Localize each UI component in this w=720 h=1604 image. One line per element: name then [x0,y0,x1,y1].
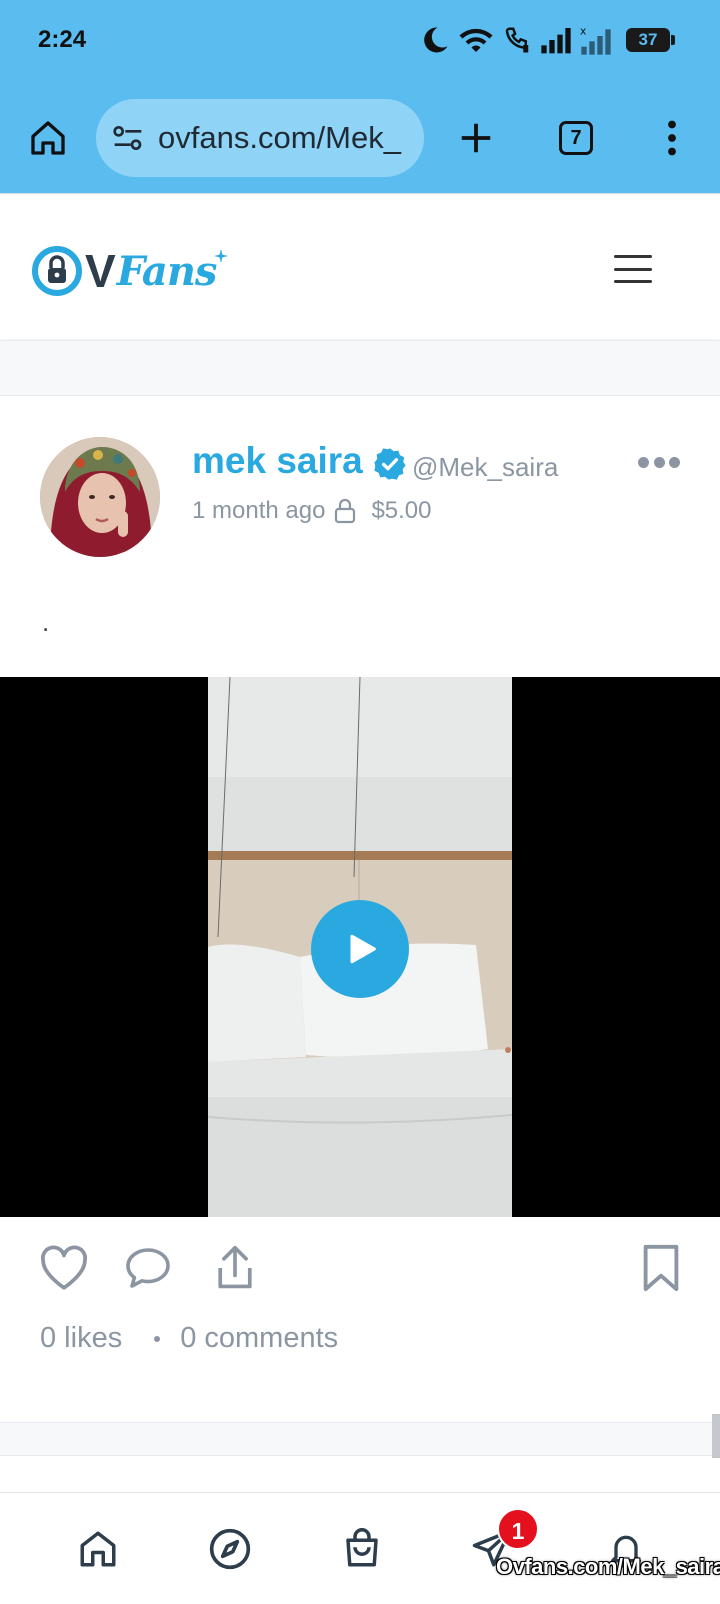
tab-count: 7 [559,121,593,155]
battery-icon: 37 [626,28,675,52]
author-avatar[interactable] [40,437,160,557]
like-button[interactable] [38,1240,90,1296]
post-meta: 1 month ago $5.00 [192,497,432,525]
avatar-photo [40,437,160,557]
status-time: 2:24 [38,26,87,53]
battery-level: 37 [638,30,658,49]
signal-strength-icon [541,28,571,54]
do-not-disturb-moon-icon [424,27,448,53]
menu-line [614,255,652,258]
author-handle[interactable]: @Mek_saira [412,452,558,483]
svg-text:x: x [580,25,586,38]
address-bar[interactable]: ovfans.com/Mek_ [96,99,424,177]
site-header: V Fans [0,195,720,339]
post-caption: . [42,607,50,637]
messages-badge: 1 [497,1508,539,1550]
post-counts: 0 likes 0 comments [40,1322,338,1355]
play-icon [350,934,376,964]
url-text: ovfans.com/Mek_ [158,120,401,155]
nav-notifications[interactable] [586,1493,666,1604]
nav-home[interactable] [58,1493,138,1604]
play-button[interactable] [311,900,409,998]
menu-line [614,280,652,283]
more-vertical-icon [668,120,676,156]
sparkle-icon [214,249,229,263]
verified-badge-icon [374,448,406,480]
menu-line [614,267,652,271]
heart-icon [40,1245,88,1290]
scrollbar-thumb[interactable] [712,1414,720,1458]
nav-shop[interactable] [322,1493,402,1604]
new-tab-button[interactable] [448,96,504,180]
ovfans-logo[interactable]: V Fans [32,241,229,301]
shopping-bag-icon [346,1528,378,1567]
post-options-button[interactable] [638,452,680,472]
padlock-logo-icon [32,246,82,296]
site-settings-icon [113,126,142,151]
bookmark-icon [643,1244,679,1292]
browser-chrome: 2:24 x 37 ovfans.com/Mek_ 7 [0,0,720,194]
menu-button[interactable] [614,255,652,283]
section-divider [0,1422,720,1456]
home-icon [31,121,65,155]
logo-word-fans: Fans [116,247,218,295]
wifi-calling-icon [505,27,529,53]
share-icon [218,1245,252,1289]
share-button[interactable] [212,1240,258,1296]
comment-button[interactable] [122,1240,174,1296]
plus-icon [461,123,491,153]
comments-count[interactable]: 0 comments [180,1322,338,1355]
browser-menu-button[interactable] [644,96,700,180]
post-price: $5.00 [371,497,432,524]
status-icons: x 37 [420,22,675,58]
post-actions [0,1240,720,1300]
comment-icon [126,1248,170,1288]
browser-toolbar: ovfans.com/Mek_ 7 [0,96,720,180]
dot [653,456,665,468]
signal-strength-secondary-icon: x [580,25,611,55]
separator-dot [154,1335,161,1342]
bottom-navigation [0,1492,720,1604]
watermark-text: Ovfans.com/Mek_saira [496,1554,720,1579]
section-divider [0,340,720,396]
author-name[interactable]: mek saira [192,440,363,482]
compass-icon [209,1528,251,1570]
status-bar: 2:24 x 37 [0,0,720,84]
home-button[interactable] [20,96,76,180]
post-time: 1 month ago [192,497,326,524]
dot [638,456,649,468]
logo-letter-v: V [85,245,116,297]
wifi-icon [459,28,493,52]
nav-explore[interactable] [190,1493,270,1604]
likes-count[interactable]: 0 likes [40,1322,122,1355]
dot [669,456,680,468]
home-icon [80,1531,116,1567]
lock-icon [335,498,356,524]
tab-switcher-button[interactable]: 7 [548,96,604,180]
bookmark-button[interactable] [638,1240,684,1296]
